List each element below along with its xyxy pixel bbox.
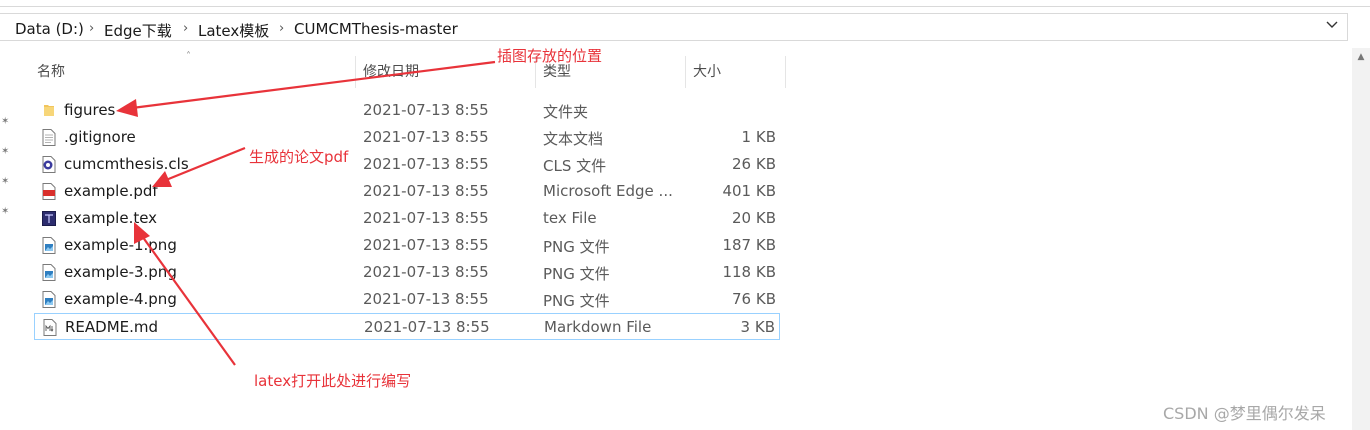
file-name: example-1.png (64, 236, 177, 254)
pin-icon[interactable]: ✶ (1, 176, 9, 187)
pin-icon[interactable]: ✶ (1, 146, 9, 157)
file-name: cumcmthesis.cls (64, 155, 189, 173)
breadcrumb-item-latex-template[interactable]: Latex模板 (198, 20, 269, 41)
pin-icon[interactable]: ✶ (1, 116, 9, 127)
column-header-size[interactable]: 大小 (693, 56, 721, 88)
file-size: 118 KB (722, 263, 776, 281)
file-type: PNG 文件 (543, 265, 610, 283)
file-row-selected[interactable]: README.md 2021-07-13 8:55 Markdown File … (34, 313, 780, 340)
annotation-edit-tex: latex打开此处进行编写 (254, 372, 412, 390)
column-divider[interactable] (685, 56, 686, 88)
file-name: .gitignore (64, 128, 136, 146)
markdown-file-icon (43, 319, 57, 336)
file-row[interactable]: .gitignore 2021-07-13 8:55 文本文档 1 KB (34, 124, 780, 151)
watermark: CSDN @梦里偶尔发呆 (1163, 404, 1326, 423)
column-header-name[interactable]: 名称 (37, 56, 65, 88)
file-type: PNG 文件 (543, 292, 610, 310)
scroll-up-arrow-icon[interactable]: ▲ (1352, 48, 1370, 66)
image-file-icon (42, 237, 56, 254)
file-date: 2021-07-13 8:55 (363, 182, 489, 200)
file-name: README.md (65, 318, 159, 336)
breadcrumb-item-current-folder[interactable]: CUMCMThesis-master (294, 20, 458, 38)
file-date: 2021-07-13 8:55 (363, 101, 489, 119)
image-file-icon (42, 264, 56, 281)
annotation-generated-pdf: 生成的论文pdf (249, 148, 349, 166)
file-date: 2021-07-13 8:55 (363, 263, 489, 281)
file-type: 文本文档 (543, 130, 604, 148)
file-name: example.tex (64, 209, 158, 227)
window-top-border (0, 6, 1370, 7)
file-date: 2021-07-13 8:55 (363, 155, 489, 173)
file-row[interactable]: example-4.png 2021-07-13 8:55 PNG 文件 76 … (34, 286, 780, 313)
file-type: CLS 文件 (543, 157, 607, 175)
column-divider[interactable] (355, 56, 356, 88)
file-name: example.pdf (64, 182, 158, 200)
vertical-scrollbar[interactable]: ▲ (1352, 48, 1370, 430)
file-type: Markdown File (544, 318, 652, 336)
file-row[interactable]: cumcmthesis.cls 2021-07-13 8:55 CLS 文件 2… (34, 151, 780, 178)
file-type: 文件夹 (543, 103, 589, 121)
file-date: 2021-07-13 8:55 (363, 236, 489, 254)
file-row[interactable]: example-1.png 2021-07-13 8:55 PNG 文件 187… (34, 232, 780, 259)
file-type: tex File (543, 209, 597, 227)
file-size: 1 KB (741, 128, 776, 146)
file-row[interactable]: example.pdf 2021-07-13 8:55 Microsoft Ed… (34, 178, 780, 205)
file-type: Microsoft Edge ... (543, 182, 673, 200)
breadcrumb-separator-icon[interactable]: › (279, 21, 284, 36)
column-header-date[interactable]: 修改日期 (363, 56, 419, 88)
file-name: figures (64, 101, 116, 119)
file-date: 2021-07-13 8:55 (363, 290, 489, 308)
file-size: 187 KB (722, 236, 776, 254)
file-date: 2021-07-13 8:55 (364, 318, 490, 336)
cls-file-icon (42, 156, 56, 173)
file-size: 20 KB (732, 209, 776, 227)
tex-file-icon (42, 211, 56, 226)
breadcrumb-separator-icon[interactable]: › (89, 21, 94, 36)
pdf-file-icon (42, 183, 56, 200)
image-file-icon (42, 291, 56, 308)
file-name: example-3.png (64, 263, 177, 281)
file-size: 76 KB (732, 290, 776, 308)
column-divider[interactable] (785, 56, 786, 88)
address-history-dropdown[interactable] (1322, 17, 1342, 37)
file-size: 26 KB (732, 155, 776, 173)
chevron-down-icon (1326, 21, 1338, 28)
navigation-pane[interactable]: ✶ ✶ ✶ ✶ (0, 48, 18, 430)
file-row[interactable]: example.tex 2021-07-13 8:55 tex File 20 … (34, 205, 780, 232)
file-row[interactable]: figures 2021-07-13 8:55 文件夹 (34, 97, 780, 124)
file-name: example-4.png (64, 290, 177, 308)
annotation-figures-location: 插图存放的位置 (497, 47, 603, 65)
breadcrumb-item-edge-download[interactable]: Edge下载 (104, 20, 172, 41)
file-date: 2021-07-13 8:55 (363, 128, 489, 146)
sort-ascending-icon: ˄ (186, 51, 191, 62)
file-type: PNG 文件 (543, 238, 610, 256)
breadcrumb-item-drive[interactable]: Data (D:) (15, 20, 84, 38)
pin-icon[interactable]: ✶ (1, 206, 9, 217)
file-date: 2021-07-13 8:55 (363, 209, 489, 227)
address-bar[interactable]: Data (D:) › Edge下载 › Latex模板 › CUMCMThes… (0, 13, 1348, 41)
file-size: 401 KB (722, 182, 776, 200)
file-row[interactable]: example-3.png 2021-07-13 8:55 PNG 文件 118… (34, 259, 780, 286)
file-size: 3 KB (740, 318, 775, 336)
address-bar-area: Data (D:) › Edge下载 › Latex模板 › CUMCMThes… (0, 0, 1370, 48)
text-file-icon (42, 129, 56, 146)
folder-icon (44, 105, 54, 116)
breadcrumb-separator-icon[interactable]: › (183, 21, 188, 36)
